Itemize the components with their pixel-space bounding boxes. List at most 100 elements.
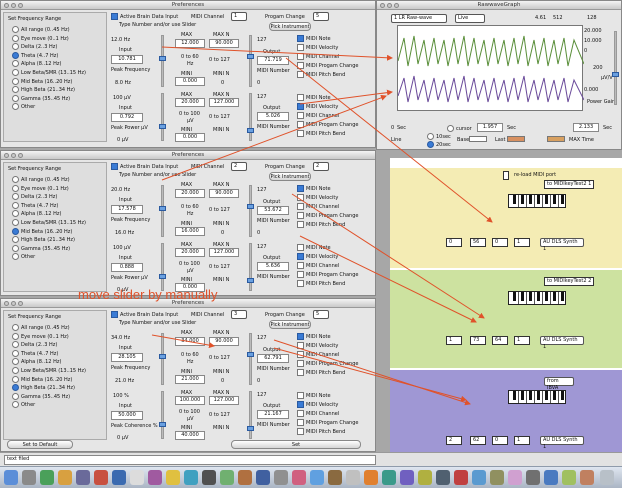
- midi-opt-1[interactable]: MIDI Channel: [297, 53, 339, 60]
- range-option[interactable]: Low Beta/SMR (13..15 Hz): [12, 219, 86, 226]
- range-option[interactable]: Gamma (35..45 Hz): [12, 393, 70, 400]
- num-2d[interactable]: 1: [514, 336, 530, 345]
- max-time-swatch[interactable]: [547, 136, 565, 142]
- range-option[interactable]: Eye move (0..1 Hz): [12, 333, 69, 340]
- range-option[interactable]: Low Beta/SMR (13..15 Hz): [12, 367, 86, 374]
- out-slider-1-knob[interactable]: [247, 204, 254, 209]
- range-option[interactable]: Theta (4..7 Hz): [12, 202, 58, 209]
- output-field-1[interactable]: 62.791: [257, 354, 289, 363]
- synth-select-2[interactable]: AU DLS Synth 1: [540, 336, 584, 350]
- keyboard-2[interactable]: [508, 291, 566, 305]
- app-icon-23[interactable]: [400, 470, 414, 485]
- out-slider-1[interactable]: [247, 185, 254, 237]
- midi-opt-2[interactable]: MIDI Progam Change: [297, 121, 358, 128]
- range-option[interactable]: Mid Beta (16..20 Hz): [12, 78, 72, 85]
- midi-opt-1[interactable]: MIDI Channel: [297, 351, 339, 358]
- max-power-field[interactable]: 100.000: [175, 396, 205, 405]
- opt-10sec[interactable]: 10sec: [427, 133, 451, 140]
- source-select[interactable]: 1 LR Raw-wave: [391, 14, 447, 23]
- range-option[interactable]: Theta (4..7 Hz): [12, 52, 58, 59]
- total-sec-field[interactable]: 2.133: [573, 123, 599, 132]
- gain-slider-knob[interactable]: [612, 72, 619, 77]
- output-field-2[interactable]: 5.026: [257, 112, 289, 121]
- max-n-freq-field[interactable]: 90.000: [209, 39, 239, 48]
- range-option[interactable]: Other: [12, 253, 35, 260]
- midi-opt-2[interactable]: MIDI Progam Change: [297, 419, 358, 426]
- max-n-power-field[interactable]: 127.000: [209, 248, 239, 257]
- out-slider-1-knob[interactable]: [247, 54, 254, 59]
- input-field-power[interactable]: 0.888: [111, 263, 143, 272]
- freq-slider[interactable]: [159, 35, 166, 87]
- range-option[interactable]: Alpha (8..12 Hz): [12, 60, 61, 67]
- range-option[interactable]: Gamma (35..45 Hz): [12, 245, 70, 252]
- from-ibva-select[interactable]: from IBVA: [544, 377, 574, 391]
- midi-opt-2[interactable]: MIDI Channel: [297, 262, 339, 269]
- freq-slider-knob[interactable]: [159, 56, 166, 61]
- freq-slider-knob[interactable]: [159, 354, 166, 359]
- midi-opt-1[interactable]: MIDI Pitch Bend: [297, 71, 345, 78]
- pick-instrument-button[interactable]: Pick Instrument: [269, 320, 311, 329]
- num-3c[interactable]: 0: [492, 436, 508, 445]
- out-slider-2-knob[interactable]: [247, 278, 254, 283]
- app-icon-3[interactable]: [40, 470, 54, 485]
- base-color-swatch[interactable]: [469, 136, 487, 142]
- max-n-freq-field[interactable]: 90.000: [209, 189, 239, 198]
- range-option[interactable]: Delta (2..3 Hz): [12, 193, 57, 200]
- num-3d[interactable]: 1: [514, 436, 530, 445]
- out-slider-1[interactable]: [247, 333, 254, 385]
- power-slider-knob[interactable]: [159, 422, 166, 427]
- app-icon-25[interactable]: [436, 470, 450, 485]
- gain-slider[interactable]: [612, 31, 619, 105]
- app-icon-18[interactable]: [310, 470, 324, 485]
- close-icon[interactable]: [4, 3, 9, 8]
- out-slider-2[interactable]: [247, 93, 254, 141]
- app-icon-5[interactable]: [76, 470, 90, 485]
- cursor-sec-field[interactable]: 1.957: [477, 123, 503, 132]
- num-2c[interactable]: 64: [492, 336, 508, 345]
- power-slider[interactable]: [159, 391, 166, 439]
- prefs-titlebar-1[interactable]: Preferences: [1, 1, 375, 10]
- minimize-icon[interactable]: [11, 153, 16, 158]
- range-option[interactable]: All range (0..45 Hz): [12, 324, 70, 331]
- minimize-icon[interactable]: [11, 301, 16, 306]
- range-option[interactable]: Other: [12, 401, 35, 408]
- app-icon-31[interactable]: [544, 470, 558, 485]
- close-icon[interactable]: [4, 153, 9, 158]
- to-midi-2[interactable]: to MIDIkeyTest2 2: [544, 277, 595, 286]
- out-slider-1-knob[interactable]: [247, 352, 254, 357]
- zoom-icon[interactable]: [18, 301, 23, 306]
- app-icon-24[interactable]: [418, 470, 432, 485]
- input-field-power[interactable]: 0.792: [111, 113, 143, 122]
- power-slider-knob[interactable]: [159, 124, 166, 129]
- range-option[interactable]: Delta (2..3 Hz): [12, 341, 57, 348]
- freq-slider-knob[interactable]: [159, 206, 166, 211]
- mode-select[interactable]: Live: [455, 14, 485, 23]
- max-freq-field[interactable]: 34.000: [175, 337, 205, 346]
- max-freq-field[interactable]: 12.000: [175, 39, 205, 48]
- midi-opt-1[interactable]: MIDI Velocity: [297, 342, 338, 349]
- app-icon-2[interactable]: [22, 470, 36, 485]
- num-3b[interactable]: 62: [470, 436, 486, 445]
- max-n-power-field[interactable]: 127.000: [209, 98, 239, 107]
- num-3a[interactable]: 2: [446, 436, 462, 445]
- range-option[interactable]: All range (0..45 Hz): [12, 26, 70, 33]
- midi-opt-2[interactable]: MIDI Pitch Bend: [297, 428, 345, 435]
- midi-opt-2[interactable]: MIDI Progam Change: [297, 271, 358, 278]
- app-icon-13[interactable]: [220, 470, 234, 485]
- pick-instrument-button[interactable]: Pick Instrument: [269, 172, 311, 181]
- input-field-freq[interactable]: 10.781: [111, 55, 143, 64]
- app-icon-14[interactable]: [238, 470, 252, 485]
- prefs-titlebar-2[interactable]: Preferences: [1, 151, 375, 160]
- app-icon-9[interactable]: [148, 470, 162, 485]
- midi-opt-2[interactable]: MIDI Note: [297, 244, 331, 251]
- num-1a[interactable]: 0: [446, 238, 462, 247]
- midi-opt-2[interactable]: MIDI Velocity: [297, 401, 338, 408]
- trash-icon[interactable]: [600, 470, 614, 485]
- app-icon-30[interactable]: [526, 470, 540, 485]
- text-field[interactable]: text filed: [4, 455, 376, 465]
- app-icon-11[interactable]: [184, 470, 198, 485]
- app-icon-16[interactable]: [274, 470, 288, 485]
- zoom-icon[interactable]: [394, 3, 399, 8]
- app-icon-12[interactable]: [202, 470, 216, 485]
- input-field-power[interactable]: 50.000: [111, 411, 143, 420]
